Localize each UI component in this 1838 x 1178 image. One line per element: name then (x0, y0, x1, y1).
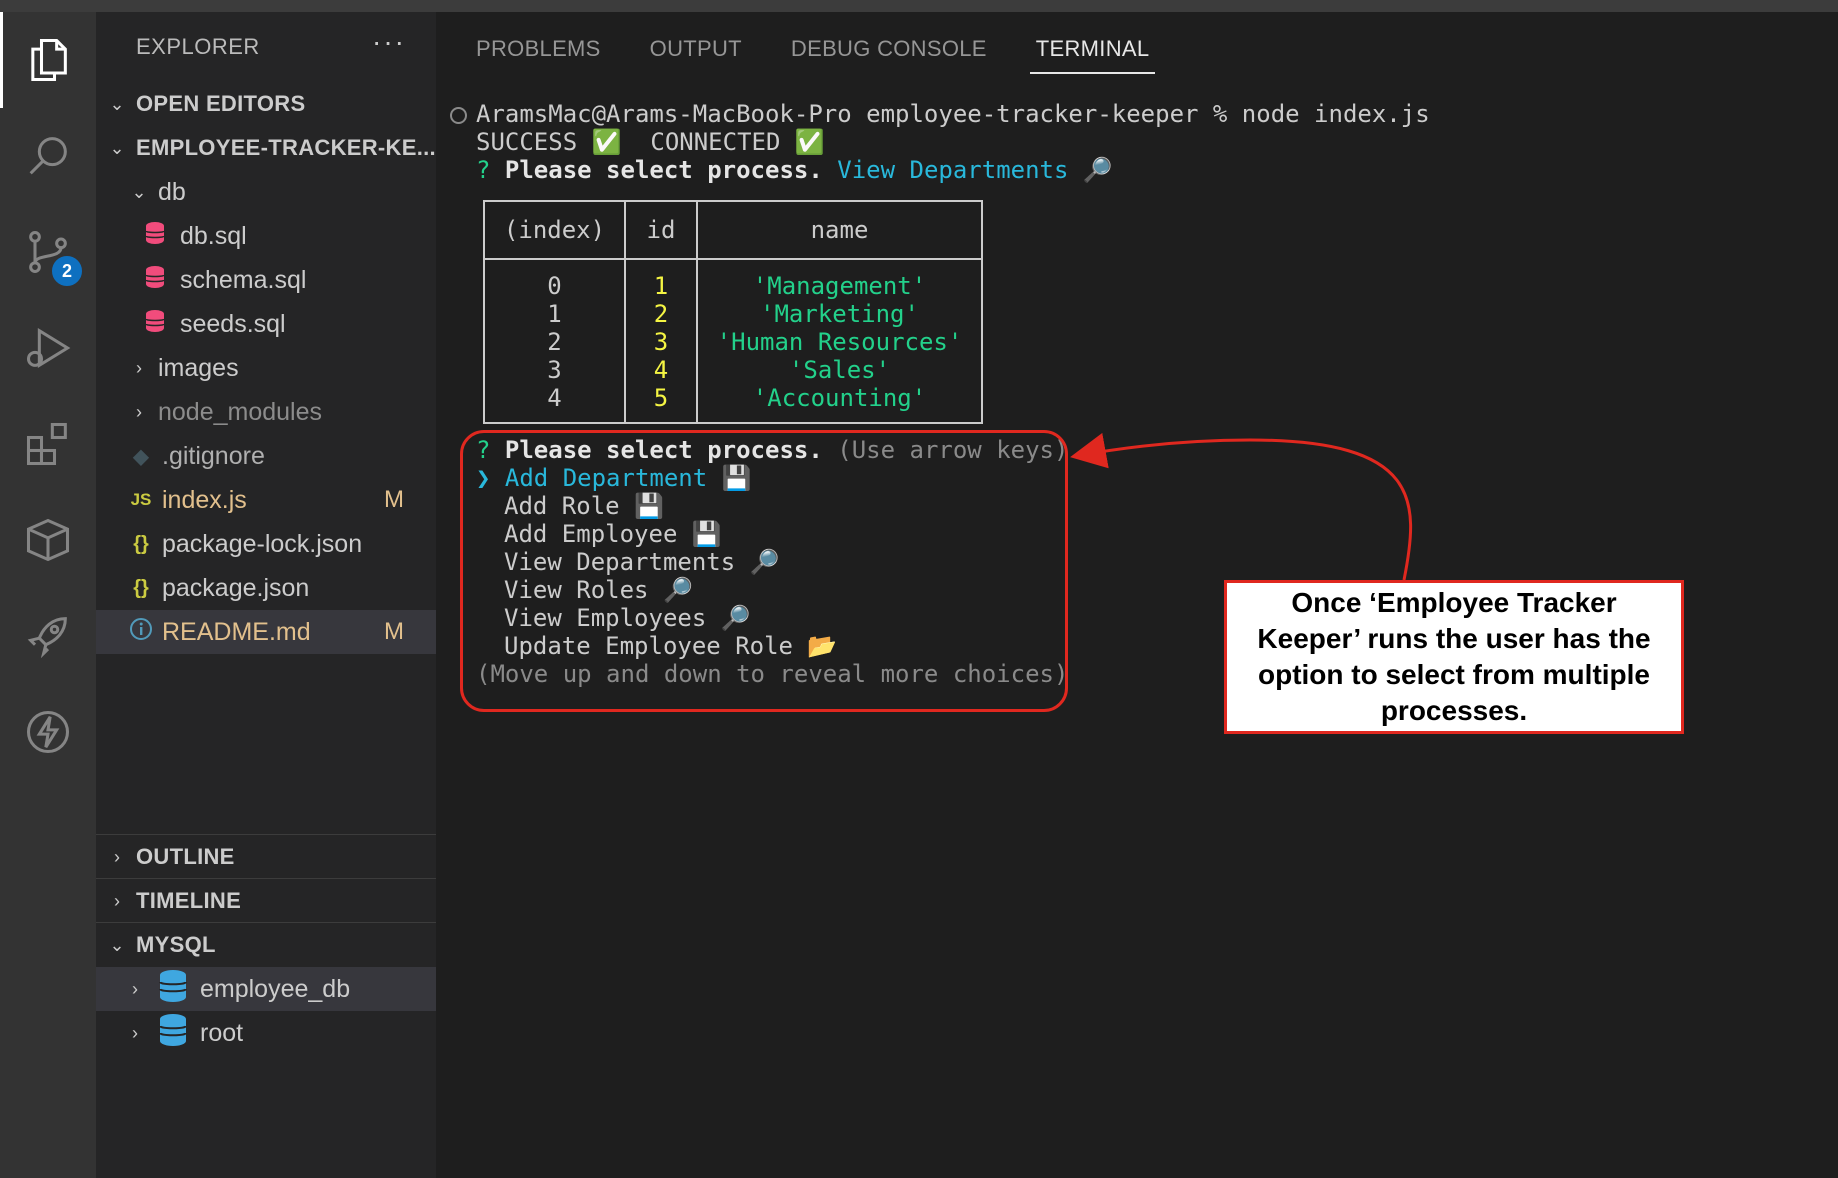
annotation-callout: Once ‘Employee Tracker Keeper’ runs the … (1224, 580, 1684, 734)
